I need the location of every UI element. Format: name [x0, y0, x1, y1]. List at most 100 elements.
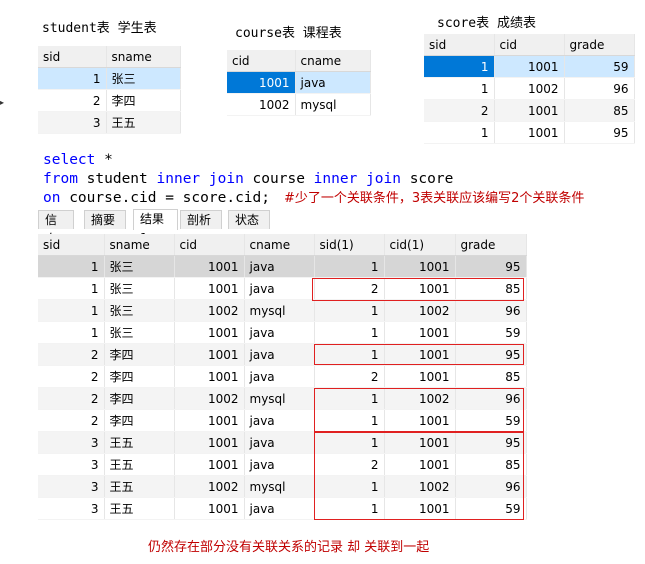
table-cell[interactable]: mysql [244, 387, 315, 410]
table-cell[interactable]: 1001 [384, 431, 456, 454]
table-cell[interactable]: 96 [455, 475, 527, 498]
table-row[interactable]: 3 王五 [38, 111, 181, 134]
table-cell[interactable]: 1 [314, 431, 385, 454]
table-cell[interactable]: 1 [314, 475, 385, 498]
table-row[interactable]: 3 王五 1002 mysql 1 1002 96 [38, 475, 527, 498]
table-cell[interactable]: 1 [314, 497, 385, 520]
table-cell[interactable]: 59 [455, 321, 527, 344]
column-header[interactable]: sid [38, 234, 105, 256]
table-cell[interactable]: 李四 [104, 387, 175, 410]
table-cell[interactable]: 95 [455, 343, 527, 366]
table-row[interactable]: 1001 java [227, 71, 371, 94]
table-cell[interactable]: 1001 [494, 99, 565, 122]
tab-result-1[interactable]: 结果 1 [133, 209, 178, 245]
table-cell[interactable]: 1 [38, 321, 105, 344]
tab-profile[interactable]: 剖析 [180, 210, 222, 229]
table-cell[interactable]: java [244, 409, 315, 432]
table-cell[interactable]: 96 [455, 299, 527, 322]
table-cell[interactable]: 1002 [494, 77, 565, 100]
table-cell[interactable]: 1001 [384, 343, 456, 366]
column-header[interactable]: grade [564, 34, 635, 56]
table-cell[interactable]: 95 [564, 121, 635, 144]
table-cell[interactable]: 1001 [384, 409, 456, 432]
table-row[interactable]: 2 李四 1001 java 1 1001 59 [38, 409, 527, 432]
table-cell[interactable]: 1001 [384, 255, 456, 278]
table-cell[interactable]: mysql [244, 299, 315, 322]
column-header[interactable]: cname [244, 234, 315, 256]
table-cell[interactable]: 59 [455, 497, 527, 520]
table-cell[interactable]: 1 [424, 77, 495, 100]
table-cell[interactable]: 1 [314, 343, 385, 366]
column-header[interactable]: cid [494, 34, 565, 56]
tab-status[interactable]: 状态 [228, 210, 270, 229]
table-cell[interactable]: 2 [38, 365, 105, 388]
table-cell[interactable]: 1001 [384, 277, 456, 300]
table-cell[interactable]: 3 [38, 453, 105, 476]
table-cell[interactable]: 2 [38, 343, 105, 366]
table-row[interactable]: 1 张三 1001 java 2 1001 85 [38, 277, 527, 300]
table-cell[interactable]: 2 [38, 387, 105, 410]
table-cell[interactable]: 1001 [174, 431, 245, 454]
table-cell[interactable]: 1001 [494, 121, 565, 144]
table-cell[interactable]: java [244, 431, 315, 454]
table-cell[interactable]: 1001 [174, 497, 245, 520]
table-cell[interactable]: 2 [314, 453, 385, 476]
table-cell[interactable]: 张三 [104, 299, 175, 322]
table-row[interactable]: 1 1001 59 [424, 55, 635, 78]
table-cell[interactable]: 王五 [104, 475, 175, 498]
table-cell[interactable]: 3 [38, 431, 105, 454]
table-row[interactable]: 2 李四 [38, 89, 181, 112]
table-cell[interactable]: 85 [455, 453, 527, 476]
table-cell[interactable]: 李四 [104, 343, 175, 366]
table-cell[interactable]: 1002 [384, 475, 456, 498]
table-cell[interactable]: 96 [564, 77, 635, 100]
table-cell[interactable]: 1 [38, 299, 105, 322]
table-cell[interactable]: 3 [38, 475, 105, 498]
table-cell[interactable]: 张三 [104, 255, 175, 278]
table-row[interactable]: 2 李四 1002 mysql 1 1002 96 [38, 387, 527, 410]
table-cell[interactable]: 85 [455, 277, 527, 300]
column-header[interactable]: sname [104, 234, 175, 256]
table-cell[interactable]: 1001 [174, 343, 245, 366]
table-cell[interactable]: 1 [314, 321, 385, 344]
table-cell[interactable]: 1002 [384, 299, 456, 322]
table-cell[interactable]: mysql [244, 475, 315, 498]
table-cell[interactable]: 李四 [104, 365, 175, 388]
column-header[interactable]: sid [38, 46, 107, 68]
table-row[interactable]: 1 张三 1001 java 1 1001 59 [38, 321, 527, 344]
table-cell[interactable]: java [244, 453, 315, 476]
table-cell[interactable]: 96 [455, 387, 527, 410]
table-row[interactable]: 2 李四 1001 java 1 1001 95 [38, 343, 527, 366]
table-cell[interactable]: 1001 [174, 255, 245, 278]
table-cell[interactable]: 1 [314, 409, 385, 432]
tab-summary[interactable]: 摘要 [84, 210, 126, 229]
table-cell[interactable]: 1002 [174, 475, 245, 498]
table-cell[interactable]: 1001 [174, 365, 245, 388]
table-cell[interactable]: 1001 [384, 453, 456, 476]
table-cell[interactable]: 1002 [174, 387, 245, 410]
table-cell[interactable]: 1 [38, 277, 105, 300]
table-cell[interactable]: 1001 [174, 277, 245, 300]
table-cell[interactable]: 1001 [384, 321, 456, 344]
table-cell[interactable]: 王五 [106, 111, 181, 134]
table-cell[interactable]: 1001 [384, 365, 456, 388]
column-header[interactable]: sid [424, 34, 495, 56]
table-cell[interactable]: 王五 [104, 453, 175, 476]
table-row[interactable]: 2 李四 1001 java 2 1001 85 [38, 365, 527, 388]
column-header[interactable]: cname [295, 50, 371, 72]
table-cell[interactable]: 1001 [384, 497, 456, 520]
table-cell[interactable]: 1 [424, 121, 495, 144]
table-row[interactable]: 1 张三 [38, 67, 181, 90]
column-header[interactable]: sid(1) [314, 234, 385, 256]
table-cell[interactable]: 59 [564, 55, 635, 78]
table-cell[interactable]: java [244, 497, 315, 520]
table-cell[interactable]: 1002 [174, 299, 245, 322]
table-cell[interactable]: java [244, 365, 315, 388]
table-cell[interactable]: 李四 [106, 89, 181, 112]
column-header[interactable]: sname [106, 46, 181, 68]
table-cell[interactable]: 1 [314, 255, 385, 278]
table-cell[interactable]: 张三 [106, 67, 181, 90]
table-cell[interactable]: 王五 [104, 431, 175, 454]
table-cell[interactable]: java [295, 71, 371, 94]
table-row[interactable]: 3 王五 1001 java 1 1001 95 [38, 431, 527, 454]
